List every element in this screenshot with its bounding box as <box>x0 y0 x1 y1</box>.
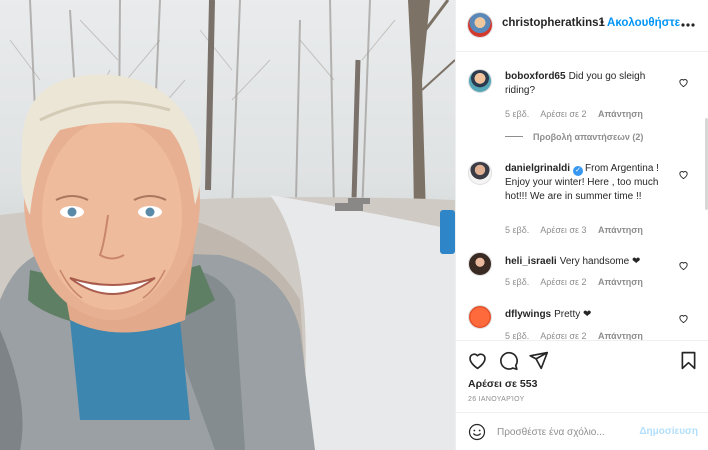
view-replies-label: Προβολή απαντήσεων (2) <box>533 132 644 142</box>
comment-likes[interactable]: Αρέσει σε 2 <box>540 109 586 119</box>
comment-body: boboxford65 Did you go sleigh riding? <box>505 70 675 98</box>
commenter-avatar[interactable] <box>468 161 492 185</box>
likes-count[interactable]: Αρέσει σε 553 <box>468 378 537 390</box>
owner-avatar[interactable] <box>467 12 493 38</box>
comment-body: danielgrinaldi ✓ From Argentina ! Enjoy yo… <box>505 162 675 204</box>
follow-label: Ακολουθήστε <box>607 17 681 29</box>
comment-username[interactable]: heli_israeli <box>505 256 557 267</box>
comment-username[interactable]: danielgrinaldi <box>505 163 570 174</box>
comment-username[interactable]: boboxford65 <box>505 71 566 82</box>
bookmark-icon[interactable] <box>678 350 699 371</box>
comment-time: 5 εβδ. <box>505 331 530 340</box>
verified-badge-icon: ✓ <box>573 166 584 176</box>
comment-body: heli_israeli Very handsome ❤ <box>505 255 675 269</box>
comment-meta: 5 εβδ. Αρέσει σε 2 Απάντηση <box>505 331 652 340</box>
reply-button[interactable]: Απάντηση <box>598 331 643 340</box>
comment-meta: 5 εβδ. Αρέσει σε 2 Απάντηση <box>505 109 652 119</box>
post-comment-button[interactable]: Δημοσίευση <box>639 426 698 437</box>
commenter-avatar[interactable] <box>468 252 492 276</box>
reply-button[interactable]: Απάντηση <box>598 225 643 235</box>
comment-meta: 5 εβδ. Αρέσει σε 3 Απάντηση <box>505 225 652 235</box>
comment-username[interactable]: dflywings <box>505 309 551 320</box>
owner-username[interactable]: christopheratkins1 <box>502 17 605 29</box>
comment-time: 5 εβδ. <box>505 109 530 119</box>
heart-icon[interactable] <box>467 350 488 371</box>
more-dots-icon[interactable] <box>681 18 695 32</box>
commenter-avatar[interactable] <box>468 305 492 329</box>
separator-dot: • <box>600 17 605 29</box>
comment-text: Pretty ❤ <box>554 309 592 320</box>
add-comment-bar: Δημοσίευση <box>456 412 708 450</box>
small-heart-icon[interactable] <box>678 313 689 324</box>
post-header: christopheratkins1 • Ακολουθήστε <box>456 0 708 52</box>
small-heart-icon[interactable] <box>678 169 689 180</box>
comment-likes[interactable]: Αρέσει σε 2 <box>540 331 586 340</box>
view-replies-button[interactable]: Προβολή απαντήσεων (2) <box>505 132 643 142</box>
emoji-smile-icon[interactable] <box>468 423 486 441</box>
post-date[interactable]: 26 ΙΑΝΟΥΑΡΊΟΥ <box>468 396 525 403</box>
commenter-avatar[interactable] <box>468 69 492 93</box>
comment-body: dflywings Pretty ❤ <box>505 308 675 322</box>
reply-button[interactable]: Απάντηση <box>598 109 643 119</box>
comment-likes[interactable]: Αρέσει σε 2 <box>540 277 586 287</box>
comment-time: 5 εβδ. <box>505 277 530 287</box>
comment-meta: 5 εβδ. Αρέσει σε 2 Απάντηση <box>505 277 652 287</box>
follow-button[interactable]: • Ακολουθήστε <box>600 17 680 29</box>
replies-line <box>505 136 523 137</box>
small-heart-icon[interactable] <box>678 77 689 88</box>
small-heart-icon[interactable] <box>678 260 689 271</box>
reply-button[interactable]: Απάντηση <box>598 277 643 287</box>
comment-likes[interactable]: Αρέσει σε 3 <box>540 225 586 235</box>
paper-plane-icon[interactable] <box>528 350 549 371</box>
selfie-snow-forest-image <box>0 0 455 450</box>
comment-bubble-icon[interactable] <box>498 350 519 371</box>
post-side-panel: christopheratkins1 • Ακολουθήστε boboxfor… <box>455 0 708 450</box>
post-actions: Αρέσει σε 553 26 ΙΑΝΟΥΑΡΊΟΥ <box>456 340 708 412</box>
comment-input[interactable] <box>497 423 637 441</box>
comments-list[interactable]: boboxford65 Did you go sleigh riding? 5 ε… <box>456 52 708 340</box>
comment-time: 5 εβδ. <box>505 225 530 235</box>
post-photo[interactable] <box>0 0 455 450</box>
comment-text: Very handsome ❤ <box>559 256 641 267</box>
